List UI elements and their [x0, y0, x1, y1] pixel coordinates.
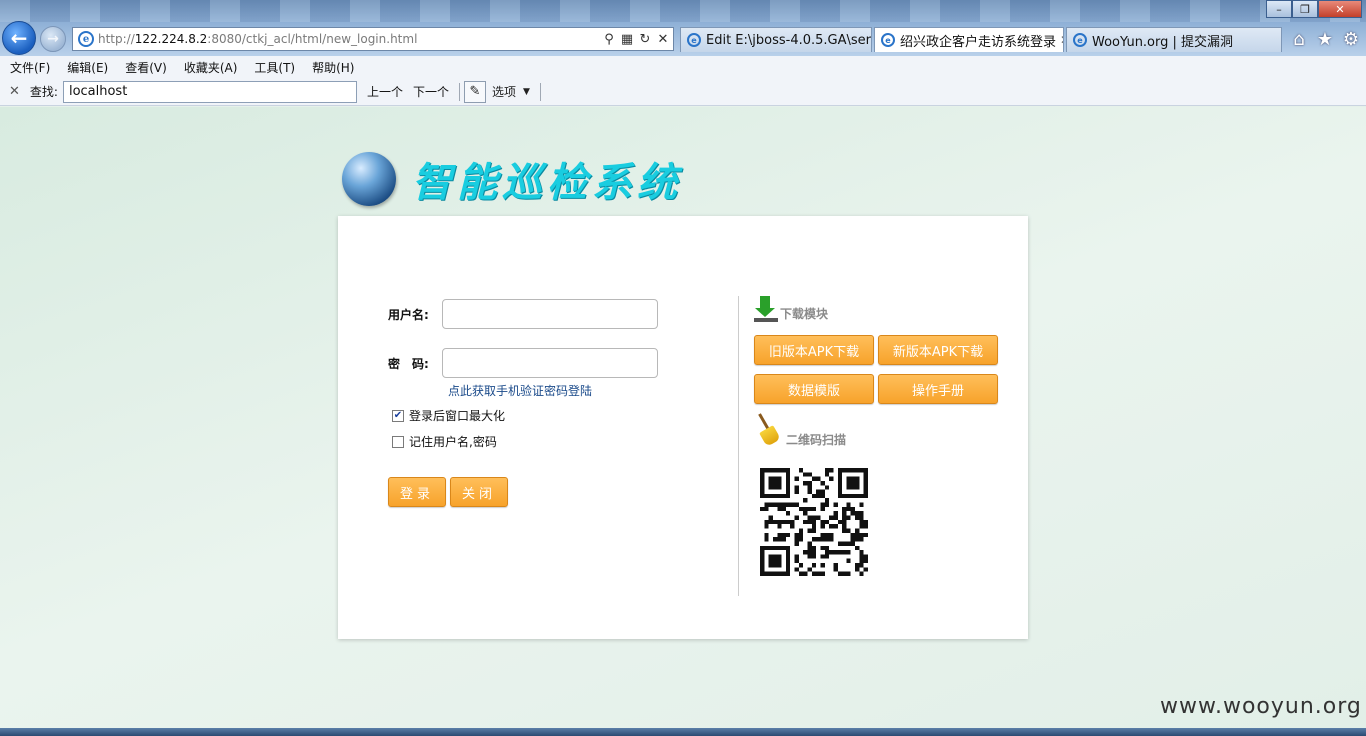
menu-favorites[interactable]: 收藏夹(A): [184, 59, 238, 76]
back-arrow-icon: ←: [10, 26, 28, 50]
tab-label: Edit E:\jboss-4.0.5.GA\serv...: [706, 32, 872, 48]
page-content: 智能巡检系统 用户名: 密 码: 点此获取手机验证密码登陆 ✔ 登录后窗口最大化…: [0, 107, 1366, 728]
sms-code-link[interactable]: 点此获取手机验证密码登陆: [448, 382, 592, 399]
restore-button[interactable]: ❐: [1292, 0, 1318, 18]
download-heading-text: 下载模块: [780, 307, 829, 321]
browser-tools: ⌂ ★ ⚙: [1290, 29, 1360, 50]
forward-arrow-icon: →: [47, 31, 59, 47]
find-close-icon[interactable]: ✕: [9, 84, 20, 99]
tab-close-icon[interactable]: ✕: [1060, 33, 1063, 47]
settings-gear-icon[interactable]: ⚙: [1342, 29, 1360, 50]
new-apk-download-button[interactable]: 新版本APK下载: [878, 335, 998, 365]
menu-edit[interactable]: 编辑(E): [67, 59, 108, 76]
ie-tab-icon: e: [881, 33, 895, 47]
password-input[interactable]: [442, 348, 658, 378]
find-input[interactable]: [62, 80, 357, 103]
refresh-icon[interactable]: ↻: [637, 32, 653, 47]
broom-icon: [754, 413, 784, 448]
search-icon[interactable]: ⚲: [601, 32, 617, 47]
browser-title-bar: ← → e http://122.224.8.2:8080/ctkj_acl/h…: [0, 0, 1366, 56]
stop-icon[interactable]: ✕: [655, 32, 671, 47]
username-label: 用户名:: [388, 307, 429, 322]
taskbar-thumbnails: [0, 0, 1366, 22]
chevron-down-icon[interactable]: ▼: [523, 87, 530, 97]
vertical-divider: [738, 296, 739, 596]
find-prev-button[interactable]: 上一个: [367, 83, 403, 100]
watermark: www.wooyun.org: [1160, 694, 1362, 719]
menu-bar: 文件(F) 编辑(E) 查看(V) 收藏夹(A) 工具(T) 帮助(H): [0, 56, 1366, 78]
find-next-button[interactable]: 下一个: [413, 83, 449, 100]
back-button[interactable]: ←: [2, 21, 36, 55]
download-icon: [754, 296, 778, 322]
favorites-star-icon[interactable]: ★: [1316, 29, 1334, 50]
qr-heading-text: 二维码扫描: [786, 433, 847, 447]
data-template-button[interactable]: 数据模版: [754, 374, 874, 404]
maximize-label: 登录后窗口最大化: [409, 409, 506, 423]
username-row: 用户名:: [388, 299, 658, 329]
login-button[interactable]: 登录: [388, 477, 446, 507]
tab-wooyun[interactable]: e WooYun.org | 提交漏洞: [1066, 27, 1282, 52]
compat-view-icon[interactable]: ▦: [619, 32, 635, 47]
tab-label: 绍兴政企客户走访系统登录: [900, 34, 1057, 50]
remember-option[interactable]: 记住用户名,密码: [392, 433, 497, 450]
old-apk-download-button[interactable]: 旧版本APK下载: [754, 335, 874, 365]
window-controls: – ❐ ✕: [1266, 0, 1362, 18]
menu-tools[interactable]: 工具(T): [254, 59, 295, 76]
address-url[interactable]: http://122.224.8.2:8080/ctkj_acl/html/ne…: [98, 32, 601, 46]
tab-label: WooYun.org | 提交漏洞: [1092, 34, 1234, 50]
qr-code-image: [760, 468, 868, 576]
menu-help[interactable]: 帮助(H): [312, 59, 354, 76]
forward-button[interactable]: →: [40, 26, 66, 52]
username-input[interactable]: [442, 299, 658, 329]
close-button[interactable]: 关闭: [450, 477, 508, 507]
user-manual-button[interactable]: 操作手册: [878, 374, 998, 404]
site-logo: 智能巡检系统: [342, 150, 682, 208]
remember-checkbox[interactable]: [392, 435, 404, 448]
find-label: 查找:: [29, 85, 58, 99]
menu-file[interactable]: 文件(F): [10, 59, 50, 76]
logo-title: 智能巡检系统: [412, 159, 682, 206]
find-options-button[interactable]: 选项: [492, 83, 516, 100]
find-separator: [458, 82, 460, 101]
highlight-pencil-icon[interactable]: ✎: [463, 80, 486, 103]
address-bar[interactable]: e http://122.224.8.2:8080/ctkj_acl/html/…: [72, 27, 674, 51]
login-panel: 用户名: 密 码: 点此获取手机验证密码登陆 ✔ 登录后窗口最大化 记住用户名,…: [338, 216, 1028, 639]
find-separator: [539, 82, 541, 101]
tab-login-active[interactable]: e 绍兴政企客户走访系统登录 ✕: [874, 27, 1064, 52]
download-section-heading: 下载模块: [754, 296, 828, 322]
password-label: 密 码:: [388, 356, 429, 371]
globe-icon: [342, 152, 396, 206]
maximize-option[interactable]: ✔ 登录后窗口最大化: [392, 407, 505, 424]
menu-view[interactable]: 查看(V): [125, 59, 167, 76]
minimize-button[interactable]: –: [1266, 0, 1292, 18]
qr-section-heading: 二维码扫描: [754, 413, 847, 448]
remember-label: 记住用户名,密码: [409, 435, 497, 449]
find-bar: ✕ 查找: 上一个 下一个 ✎ 选项 ▼: [0, 78, 1366, 106]
home-icon[interactable]: ⌂: [1290, 29, 1308, 50]
ie-page-icon: e: [78, 31, 94, 47]
ie-tab-icon: e: [687, 33, 701, 47]
window-close-button[interactable]: ✕: [1318, 0, 1362, 18]
windows-taskbar: [0, 728, 1366, 736]
ie-tab-icon: e: [1073, 33, 1087, 47]
maximize-checkbox[interactable]: ✔: [392, 409, 404, 422]
tab-jboss-edit[interactable]: e Edit E:\jboss-4.0.5.GA\serv...: [680, 27, 872, 52]
password-row: 密 码:: [388, 348, 658, 378]
